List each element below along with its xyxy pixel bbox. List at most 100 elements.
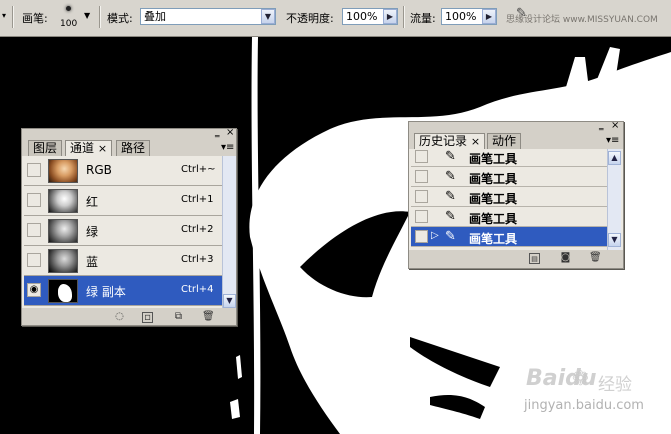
chevron-down-icon[interactable]: ▼ xyxy=(84,11,90,20)
channel-thumbnail xyxy=(48,279,78,303)
channel-name: 蓝 xyxy=(86,255,99,269)
trash-icon[interactable]: 🗑 xyxy=(589,253,602,264)
panel-menu-icon[interactable]: ▾≡ xyxy=(606,135,619,146)
paw-icon: ❁ xyxy=(572,366,589,390)
mode-select[interactable]: 叠加 ▼ xyxy=(140,8,276,25)
flow-input[interactable]: 100% ▶ xyxy=(441,8,497,25)
history-item-label: 画笔工具 xyxy=(469,192,518,206)
history-item[interactable]: ✎ 画笔工具 xyxy=(411,167,607,187)
history-item-label: 画笔工具 xyxy=(469,232,518,246)
panel-menu-icon[interactable]: ▾≡ xyxy=(221,142,234,153)
panel-title-bar[interactable] xyxy=(22,129,236,139)
history-item-label: 画笔工具 xyxy=(469,172,518,186)
camera-icon[interactable]: ◙ xyxy=(560,253,571,264)
tab-layers-label: 图层 xyxy=(33,141,58,155)
visibility-toggle[interactable] xyxy=(27,253,41,267)
save-selection-icon[interactable]: ▫ xyxy=(142,312,153,323)
channels-panel: ‗ × 图层 通道 × 路径 ▾≡ RGB Ctrl+~ 红 Ctrl+1 绿 xyxy=(21,127,237,326)
history-source-toggle[interactable] xyxy=(415,190,428,203)
channels-footer: ◌ ▫ ⧉ 🗑 xyxy=(22,309,236,325)
tool-options-bar: ▾ 画笔: 100 ▼ 模式: 叠加 ▼ 不透明度: 100% ▶ 流量: 10… xyxy=(0,0,671,37)
tab-actions-label: 动作 xyxy=(492,134,517,148)
baidu-logo-suffix: 经验 xyxy=(598,375,632,395)
flow-label: 流量: xyxy=(410,12,436,25)
separator xyxy=(403,6,405,28)
brush-tip-icon xyxy=(66,6,71,11)
history-source-toggle[interactable] xyxy=(415,150,428,163)
history-source-toggle[interactable] xyxy=(415,170,428,183)
opacity-label: 不透明度: xyxy=(286,12,334,25)
channels-scrollbar[interactable]: ▼ xyxy=(222,156,236,308)
channel-row-green[interactable]: 绿 Ctrl+2 xyxy=(24,216,222,246)
tab-channels[interactable]: 通道 × xyxy=(65,140,113,157)
minimize-icon[interactable]: ‗ xyxy=(215,128,220,138)
tab-layers[interactable]: 图层 xyxy=(28,140,63,156)
history-item[interactable]: ✎ 画笔工具 xyxy=(411,187,607,207)
brush-preset-picker[interactable]: 100 ▼ xyxy=(56,3,96,33)
chevron-down-icon[interactable]: ▼ xyxy=(608,233,621,247)
tab-actions[interactable]: 动作 xyxy=(487,133,522,149)
history-scrollbar[interactable]: ▲ ▼ xyxy=(607,149,621,250)
close-icon[interactable]: × xyxy=(226,127,234,138)
visibility-toggle[interactable] xyxy=(27,223,41,237)
channel-shortcut: Ctrl+~ xyxy=(181,164,216,175)
channel-row-blue[interactable]: 蓝 Ctrl+3 xyxy=(24,246,222,276)
opacity-input[interactable]: 100% ▶ xyxy=(342,8,398,25)
channel-shortcut: Ctrl+1 xyxy=(181,194,214,205)
chevron-right-icon[interactable]: ▶ xyxy=(383,9,397,24)
channel-row-red[interactable]: 红 Ctrl+1 xyxy=(24,186,222,216)
history-item[interactable]: ✎ 画笔工具 xyxy=(411,207,607,227)
history-list: ✎ 画笔工具 ✎ 画笔工具 ✎ 画笔工具 ✎ 画笔工具 ▷ ✎ 画笔工具 ▲ ▼ xyxy=(409,149,623,250)
tab-history[interactable]: 历史记录 × xyxy=(414,133,486,150)
chevron-right-icon[interactable]: ▶ xyxy=(482,9,496,24)
channel-row-rgb[interactable]: RGB Ctrl+~ xyxy=(24,156,222,186)
close-icon[interactable]: × xyxy=(611,120,619,131)
channel-shortcut: Ctrl+3 xyxy=(181,254,214,265)
channel-name: 绿 xyxy=(86,225,99,239)
baidu-watermark: Baidu ❁ 经验 jingyan.baidu.com xyxy=(520,360,670,430)
brush-label: 画笔: xyxy=(22,12,48,25)
panel-title-bar[interactable] xyxy=(409,122,623,132)
brush-icon: ✎ xyxy=(445,189,456,204)
new-document-from-state-icon[interactable]: ▤ xyxy=(529,253,540,264)
tab-paths[interactable]: 路径 xyxy=(116,140,151,156)
tab-history-label: 历史记录 xyxy=(419,134,468,148)
tab-close-icon[interactable]: × xyxy=(471,135,480,148)
visibility-toggle[interactable] xyxy=(27,193,41,207)
channel-shortcut: Ctrl+4 xyxy=(181,284,214,295)
load-selection-icon[interactable]: ◌ xyxy=(114,312,125,323)
eye-icon[interactable]: ◉ xyxy=(27,283,41,297)
channel-thumbnail xyxy=(48,219,78,243)
history-item-current[interactable]: ▷ ✎ 画笔工具 xyxy=(411,227,607,247)
channel-shortcut: Ctrl+2 xyxy=(181,224,214,235)
history-item-label: 画笔工具 xyxy=(469,152,518,166)
tab-paths-label: 路径 xyxy=(121,141,146,155)
visibility-toggle[interactable] xyxy=(27,163,41,177)
history-source-toggle[interactable] xyxy=(415,230,428,243)
chevron-up-icon[interactable]: ▲ xyxy=(608,151,621,165)
channel-name: 红 xyxy=(86,195,99,209)
opacity-value: 100% xyxy=(346,10,378,23)
history-panel: ‗ × 历史记录 × 动作 ▾≡ ✎ 画笔工具 ✎ 画笔工具 ✎ 画笔工具 ✎ … xyxy=(408,120,624,269)
channel-thumbnail xyxy=(48,249,78,273)
minimize-icon[interactable]: ‗ xyxy=(599,121,604,131)
channel-thumbnail xyxy=(48,159,78,183)
history-item-label: 画笔工具 xyxy=(469,212,518,226)
brush-size-value: 100 xyxy=(60,19,78,29)
mode-value: 叠加 xyxy=(144,10,166,23)
new-channel-icon[interactable]: ⧉ xyxy=(173,312,184,323)
channel-row-green-copy[interactable]: ◉ 绿 副本 Ctrl+4 xyxy=(24,276,222,306)
brush-icon: ✎ xyxy=(445,209,456,224)
tab-close-icon[interactable]: × xyxy=(98,142,107,155)
trash-icon[interactable]: 🗑 xyxy=(202,312,215,323)
chevron-down-icon[interactable]: ▼ xyxy=(261,9,275,24)
forum-watermark: 思缘设计论坛 www.MISSYUAN.COM xyxy=(506,15,658,25)
chevron-down-icon[interactable]: ▼ xyxy=(223,294,236,308)
history-item[interactable]: ✎ 画笔工具 xyxy=(411,149,607,167)
history-state-marker-icon: ▷ xyxy=(431,230,439,241)
history-source-toggle[interactable] xyxy=(415,210,428,223)
separator xyxy=(12,6,14,28)
tool-preset-arrow-icon[interactable]: ▾ xyxy=(2,11,6,20)
flow-value: 100% xyxy=(445,10,477,23)
channel-thumbnail xyxy=(48,189,78,213)
